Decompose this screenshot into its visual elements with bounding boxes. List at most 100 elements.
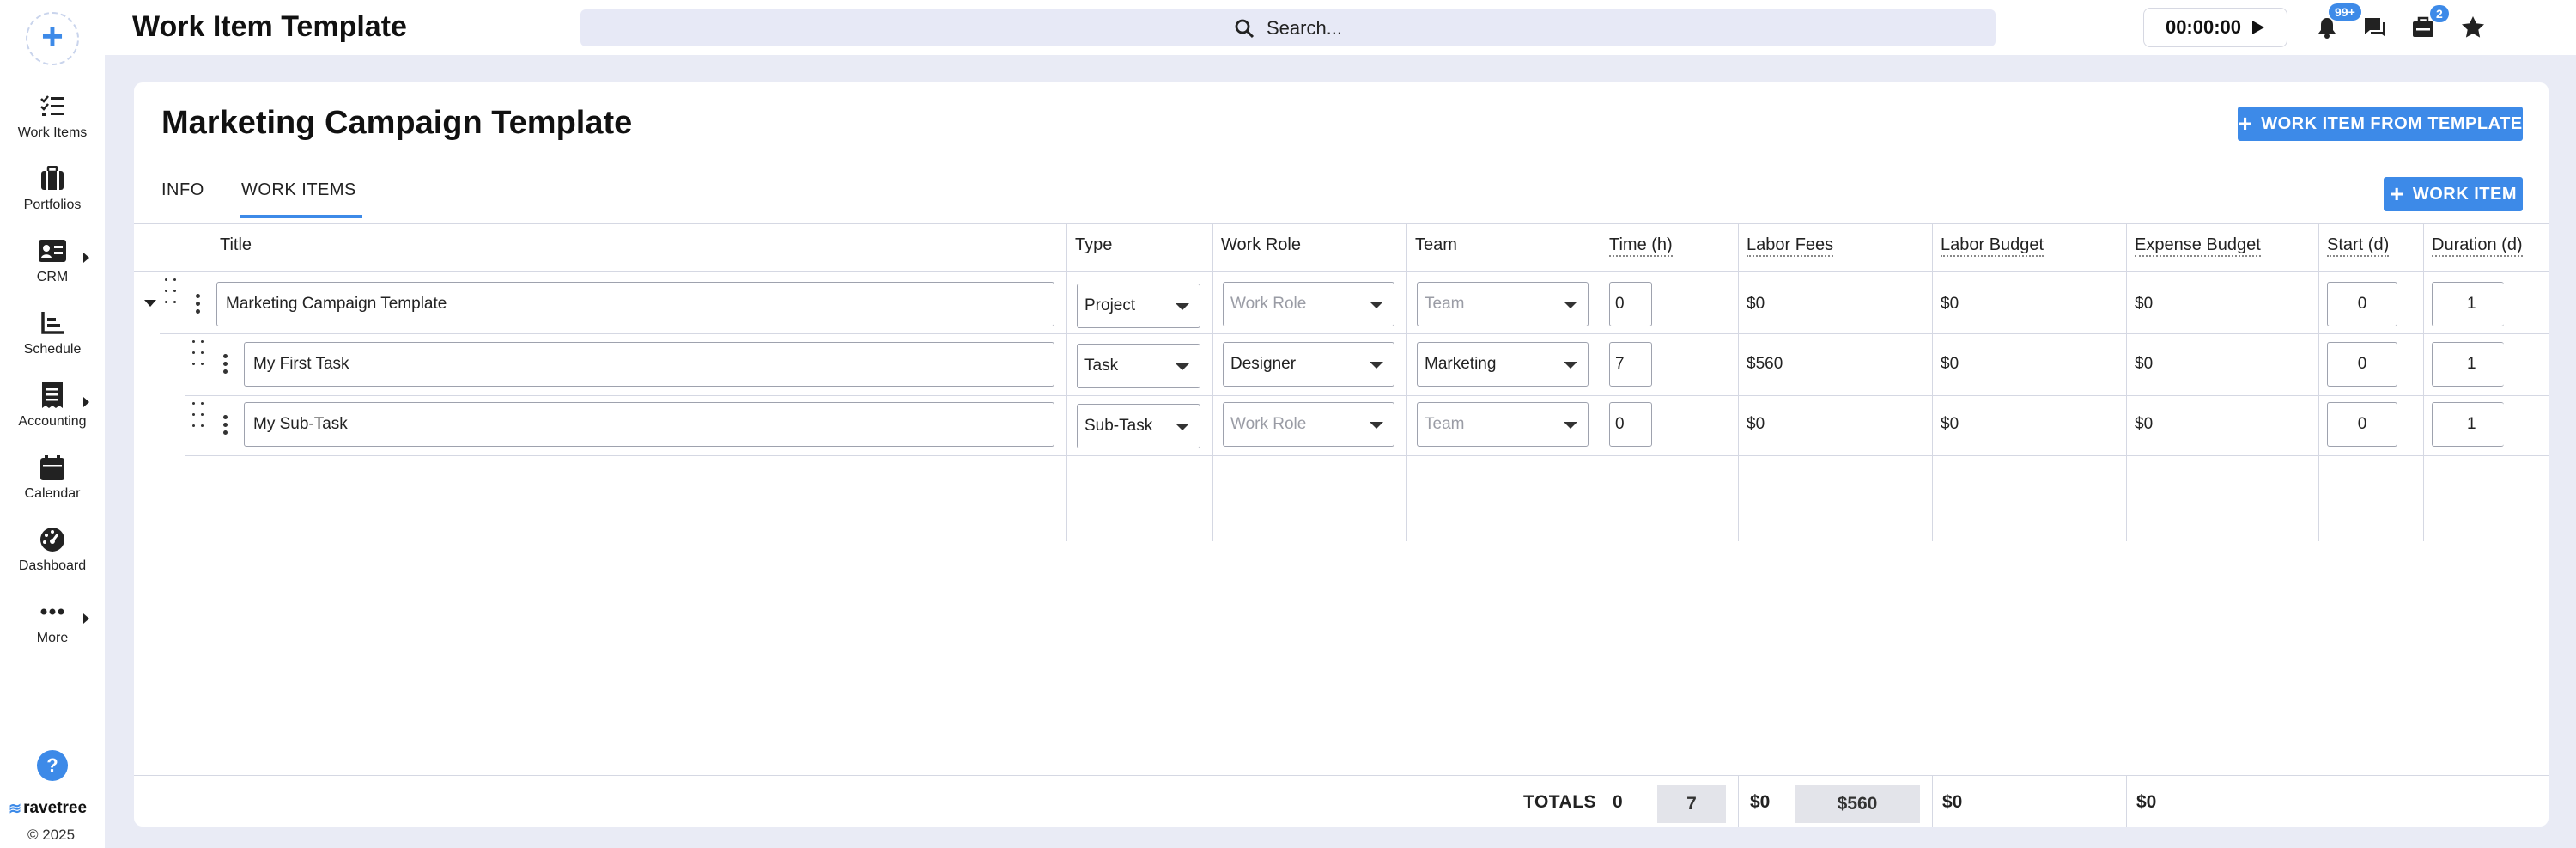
- notifications-button[interactable]: 99+: [2313, 3, 2361, 41]
- type-select[interactable]: Project: [1077, 284, 1200, 328]
- type-select[interactable]: Sub-Task: [1077, 404, 1200, 448]
- column-divider: [2423, 223, 2424, 541]
- chevron-down-icon: [1370, 362, 1383, 369]
- plus-icon: +: [2238, 110, 2253, 137]
- time-input[interactable]: 0: [1609, 402, 1652, 447]
- column-divider: [2126, 776, 2127, 827]
- notification-badge: 99+: [2329, 3, 2361, 21]
- star-icon: [2462, 16, 2484, 38]
- sidebar-item-crm[interactable]: CRM: [0, 235, 105, 296]
- expand-toggle-icon[interactable]: [144, 300, 156, 307]
- chat-icon: [2365, 18, 2385, 37]
- sidebar: + Work Items Portfolios CRM Schedule Acc…: [0, 0, 105, 848]
- select-value: Designer: [1230, 355, 1297, 373]
- column-header-time: Time (h): [1609, 235, 1673, 257]
- column-header-work-role: Work Role: [1221, 235, 1301, 254]
- work-role-select[interactable]: Work Role: [1223, 282, 1394, 326]
- chevron-down-icon: [1176, 363, 1189, 370]
- row-divider: [185, 455, 2549, 456]
- select-value: Work Role: [1230, 415, 1307, 433]
- column-header-label: Labor Fees: [1747, 235, 1834, 257]
- work-item-from-template-button[interactable]: + WORK ITEM FROM TEMPLATE: [2238, 107, 2523, 141]
- timer-button[interactable]: 00:00:00: [2143, 8, 2287, 47]
- time-input[interactable]: 7: [1609, 342, 1652, 387]
- duration-input[interactable]: 1: [2432, 342, 2504, 387]
- column-header-type: Type: [1075, 235, 1113, 254]
- row-menu-icon[interactable]: [223, 354, 228, 374]
- messages-button[interactable]: [2361, 14, 2389, 41]
- sidebar-item-label: Calendar: [24, 486, 81, 501]
- sidebar-item-label: CRM: [36, 270, 69, 284]
- team-select[interactable]: Marketing: [1417, 342, 1589, 387]
- quick-add-button[interactable]: +: [26, 12, 79, 65]
- plus-icon: +: [2389, 180, 2404, 207]
- drag-handle-icon[interactable]: [192, 402, 204, 427]
- labor-budget-value: $0: [1941, 415, 1959, 433]
- submenu-arrow-icon: [83, 613, 89, 624]
- sidebar-item-work-items[interactable]: Work Items: [0, 91, 105, 151]
- help-button[interactable]: ?: [37, 750, 68, 781]
- column-divider: [1738, 223, 1739, 541]
- team-select[interactable]: Team: [1417, 402, 1589, 447]
- team-select[interactable]: Team: [1417, 282, 1589, 326]
- title-input[interactable]: My Sub-Task: [244, 402, 1054, 447]
- inbox-button[interactable]: 2: [2409, 5, 2449, 41]
- title-input[interactable]: Marketing Campaign Template: [216, 282, 1054, 326]
- totals-divider: [134, 775, 2549, 776]
- button-label: WORK ITEM FROM TEMPLATE: [2261, 113, 2523, 133]
- sidebar-item-calendar[interactable]: Calendar: [0, 452, 105, 512]
- column-header-duration: Duration (d): [2432, 235, 2523, 257]
- select-value: Marketing: [1425, 355, 1497, 373]
- start-input[interactable]: 0: [2327, 282, 2397, 326]
- totals-expense-budget: $0: [2136, 792, 2157, 812]
- tab-info[interactable]: INFO: [161, 180, 204, 200]
- drag-handle-icon[interactable]: [192, 340, 204, 365]
- work-role-select[interactable]: Work Role: [1223, 402, 1394, 447]
- template-title: Marketing Campaign Template: [161, 105, 633, 141]
- select-value: Work Role: [1230, 295, 1307, 313]
- favorites-button[interactable]: [2459, 14, 2487, 41]
- tab-work-items[interactable]: WORK ITEMS: [241, 180, 356, 200]
- column-divider: [2318, 223, 2319, 541]
- start-input[interactable]: 0: [2327, 402, 2397, 447]
- labor-budget-value: $0: [1941, 295, 1959, 313]
- briefcase-icon: [35, 163, 70, 194]
- chevron-down-icon: [1176, 424, 1189, 430]
- column-divider: [1066, 223, 1067, 541]
- sidebar-item-label: Accounting: [18, 414, 87, 429]
- sidebar-item-dashboard[interactable]: Dashboard: [0, 524, 105, 584]
- start-input[interactable]: 0: [2327, 342, 2397, 387]
- sidebar-item-schedule[interactable]: Schedule: [0, 308, 105, 368]
- time-input[interactable]: 0: [1609, 282, 1652, 326]
- row-menu-icon[interactable]: [223, 415, 228, 435]
- column-header-expense-budget: Expense Budget: [2135, 235, 2261, 257]
- sidebar-item-more[interactable]: More: [0, 596, 105, 656]
- chart-icon: [35, 308, 70, 339]
- column-header-label: Duration (d): [2432, 235, 2523, 257]
- title-input[interactable]: My First Task: [244, 342, 1054, 387]
- drag-handle-icon[interactable]: [165, 278, 177, 303]
- top-bar: Work Item Template Search... 00:00:00 99…: [105, 0, 2576, 55]
- duration-input[interactable]: 1: [2432, 282, 2504, 326]
- work-role-select[interactable]: Designer: [1223, 342, 1394, 387]
- sidebar-item-label: Work Items: [17, 125, 88, 140]
- chevron-down-icon: [1176, 303, 1189, 310]
- row-menu-icon[interactable]: [196, 294, 201, 314]
- copyright: © 2025: [27, 827, 76, 843]
- button-label: WORK ITEM: [2412, 184, 2517, 204]
- brand-name: ravetree: [23, 799, 88, 817]
- search-input[interactable]: Search...: [1267, 17, 1342, 40]
- labor-fees-value: $0: [1747, 295, 1765, 313]
- type-select[interactable]: Task: [1077, 344, 1200, 388]
- contact-card-icon: [35, 235, 70, 266]
- add-work-item-button[interactable]: + WORK ITEM: [2384, 177, 2523, 211]
- chevron-down-icon: [1564, 422, 1577, 429]
- work-item-template-card: Marketing Campaign Template + WORK ITEM …: [134, 82, 2549, 827]
- column-header-team: Team: [1415, 235, 1457, 254]
- sidebar-item-portfolios[interactable]: Portfolios: [0, 163, 105, 223]
- column-divider: [1738, 776, 1739, 827]
- duration-input[interactable]: 1: [2432, 402, 2504, 447]
- calendar-icon: [35, 452, 70, 483]
- search-bar[interactable]: Search...: [580, 9, 1996, 46]
- sidebar-item-accounting[interactable]: Accounting: [0, 380, 105, 440]
